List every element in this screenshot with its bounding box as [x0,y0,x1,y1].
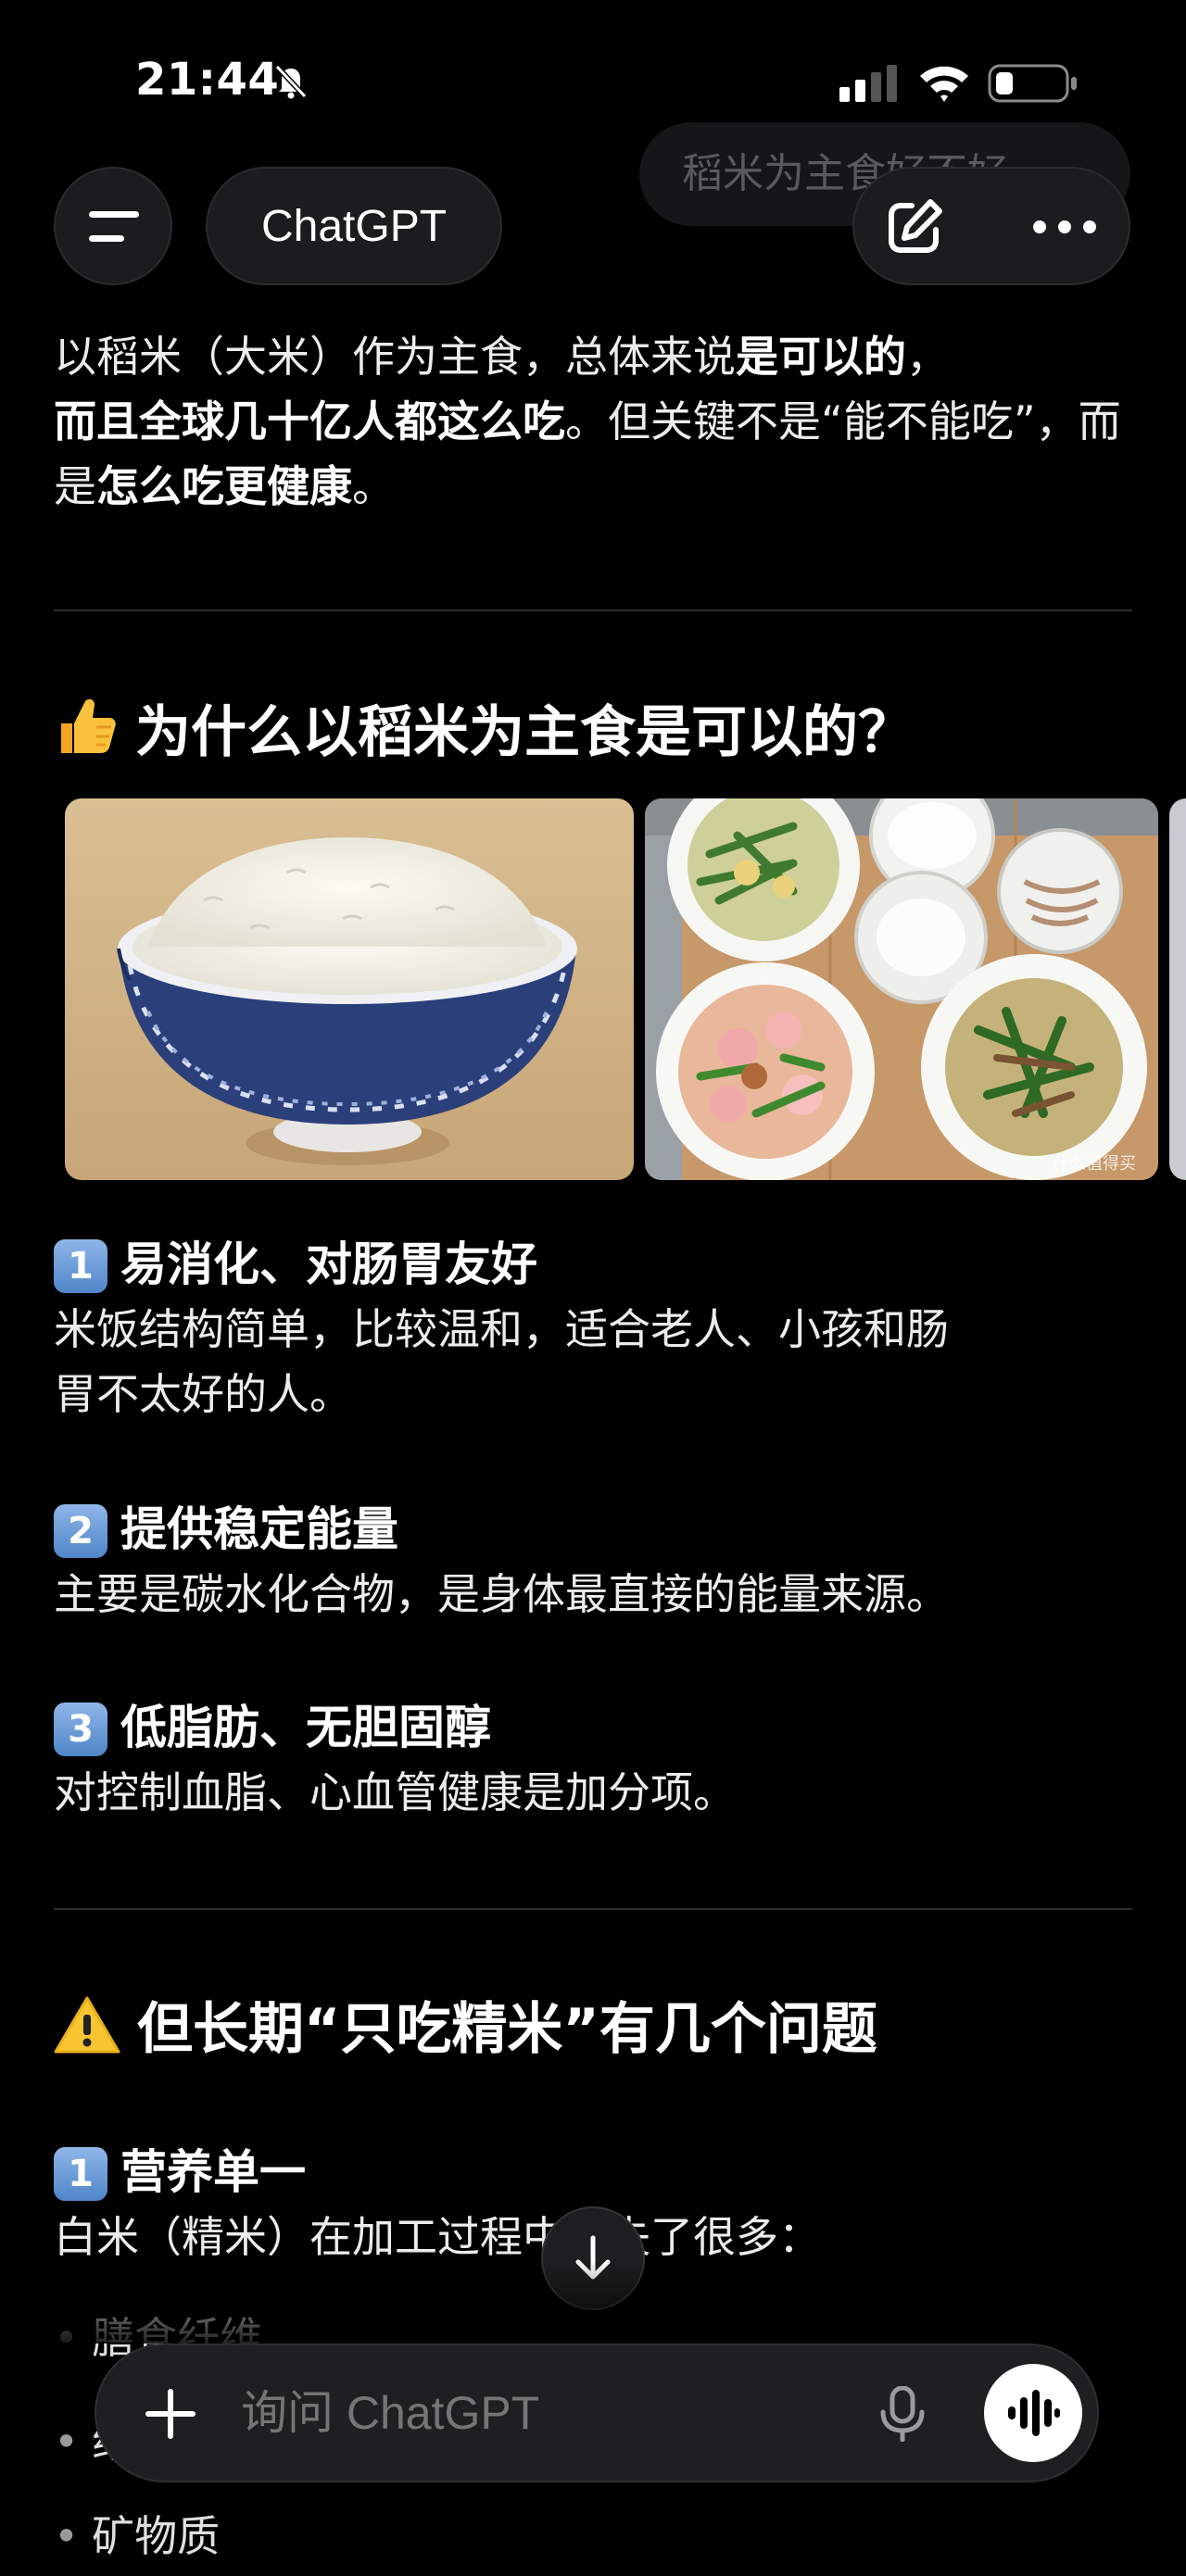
header-actions [852,167,1130,285]
point-body: 胃不太好的人。 [54,1369,352,1419]
section-1-title: 为什么以稻米为主食是可以的？ [135,700,914,765]
list-item: 2 提供稳定能量 主要是碳水化合物，是身体最直接的能量来源。 [54,1497,1147,1627]
wifi-icon [920,66,968,102]
menu-button[interactable] [54,167,172,285]
divider [54,1908,1132,1910]
rice-with-dishes-image[interactable]: 什么值得买 [645,798,1158,1180]
point-title: 低脂肪、无胆固醇 [120,1701,491,1754]
point-title: 提供稳定能量 [120,1502,398,1556]
message-input[interactable] [241,2345,890,2481]
intro-text-1: 以稻米（大米）作为主食，总体来说 [54,332,736,382]
intro-text-2: ， [906,332,949,382]
point-body: 主要是碳水化合物，是身体最直接的能量来源。 [54,1569,949,1619]
bowl-of-rice-image[interactable] [65,798,634,1180]
point-title: 易消化、对肠胃友好 [120,1238,537,1291]
mic-icon[interactable] [877,2386,928,2442]
warning-icon [54,1996,120,2054]
battery-icon [988,64,1077,103]
thumbs-up-icon [61,698,116,753]
list-item: 3 低脂肪、无胆固醇 对控制血脂、心血管健康是加分项。 [54,1695,1147,1825]
section-heading: 为什么以稻米为主食是可以的？ [54,687,914,768]
more-icon[interactable] [1030,211,1099,243]
keycap-number: 2 [54,1504,107,1558]
intro-bold-3: 怎么吃更健康 [96,461,352,511]
keycap-number: 3 [54,1703,107,1756]
model-selector-button[interactable]: ChatGPT [206,167,502,285]
intro-paragraph: 以稻米（大米）作为主食，总体来说是可以的， 而且全球几十亿人都这么吃。但关键不是“… [54,324,1138,519]
point-title: 营养单一 [120,2145,306,2199]
voice-mode-icon [1008,2390,1060,2436]
divider [54,609,1132,611]
status-time: 21:44 [135,54,280,106]
image-watermark: 什么值得买 [1053,1154,1136,1174]
plus-icon[interactable] [145,2388,196,2440]
next-image-peek[interactable] [1169,798,1186,1180]
intro-bold-1: 是可以的 [736,332,906,382]
composer-bar [95,2344,1099,2482]
intro-text-4: 。 [352,461,395,511]
composer-fade [0,2260,1186,2344]
list-item: 1 易消化、对肠胃友好 米饭结构简单，比较温和，适合老人、小孩和肠 胃不太好的人。 [54,1232,1147,1426]
bullet-item: • 矿物质 [54,2511,221,2561]
new-chat-icon[interactable] [884,196,945,258]
section-2-title: 但长期“只吃精米”有几个问题 [137,1997,877,2062]
intro-bold-2: 而且全球几十亿人都这么吃 [54,396,565,446]
point-body: 米饭结构简单，比较温和，适合老人、小孩和肠 [54,1304,949,1354]
keycap-number: 1 [54,2147,107,2201]
section-heading: 但长期“只吃精米”有几个问题 [54,1984,877,2065]
image-carousel[interactable]: 什么值得买 [65,798,1186,1180]
chat-screen: 21:44 稻米为主食好不好 ChatGPT 以稻米（大米）作为主食，总体来说是… [0,0,1186,2576]
signal-icon [839,65,897,102]
bell-off-icon [274,64,308,99]
keycap-number: 1 [54,1239,107,1293]
voice-mode-button[interactable] [984,2364,1082,2462]
point-body: 对控制血脂、心血管健康是加分项。 [54,1767,736,1817]
